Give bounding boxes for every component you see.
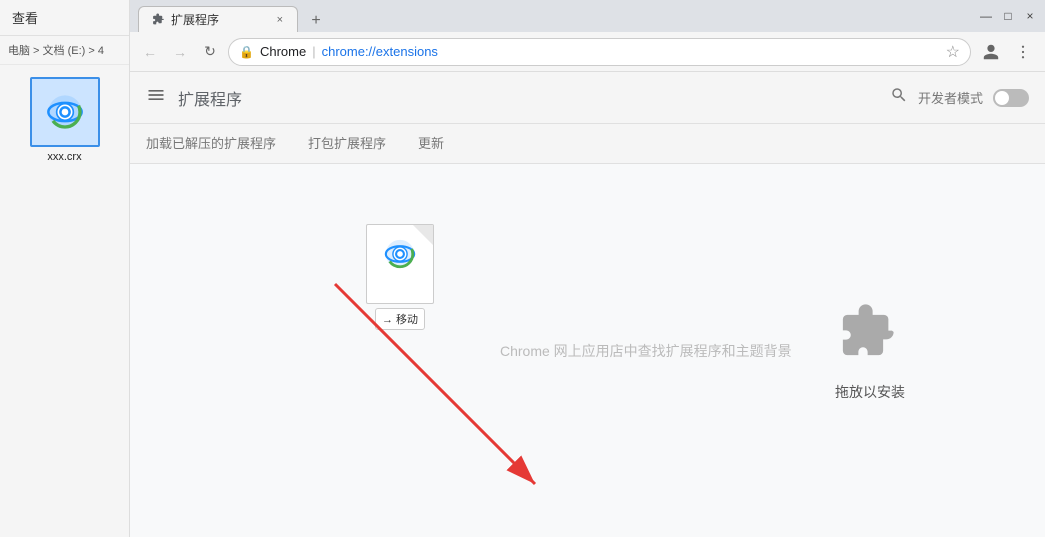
tab-label: 扩展程序 <box>171 11 219 28</box>
tab-close-btn[interactable]: × <box>275 14 285 26</box>
address-domain: Chrome <box>260 44 306 59</box>
file-explorer-sidebar: 查看 电脑 > 文档 (E:) > 4 xxx.crx <box>0 0 130 537</box>
crx-file-item[interactable]: xxx.crx <box>25 77 105 163</box>
drop-label: 拖放以安装 <box>835 382 905 402</box>
extensions-header: 扩展程序 开发者模式 <box>130 72 1045 124</box>
subnav-pack[interactable]: 打包扩展程序 <box>308 125 386 162</box>
subnav-load-unpacked[interactable]: 加载已解压的扩展程序 <box>146 125 276 162</box>
subnav-update[interactable]: 更新 <box>418 125 444 162</box>
crx-drag-ie-logo <box>383 237 417 276</box>
crx-floating-file: → 移动 <box>360 224 440 330</box>
drop-area: 拖放以安装 <box>835 300 905 402</box>
back-btn[interactable]: ← <box>138 40 162 64</box>
window-controls: — □ × <box>979 9 1037 23</box>
tab-puzzle-icon <box>151 13 165 27</box>
browser-window: 扩展程序 × + — □ × ← → ↻ 🔒 Chrome | chrome:/… <box>130 0 1045 537</box>
address-separator: | <box>312 44 315 59</box>
sidebar-menu-icon[interactable] <box>146 85 166 110</box>
forward-btn[interactable]: → <box>168 40 192 64</box>
ext-main-area: Chrome 网上应用店中查找扩展程序和主题背景 → 移动 <box>130 164 1045 537</box>
breadcrumb: 电脑 > 文档 (E:) > 4 <box>0 36 129 65</box>
refresh-btn[interactable]: ↻ <box>198 40 222 64</box>
crx-file-icon-box <box>30 77 100 147</box>
browser-toolbar: ← → ↻ 🔒 Chrome | chrome://extensions ☆ <box>130 32 1045 72</box>
drag-arrow-icon <box>225 254 605 524</box>
active-tab[interactable]: 扩展程序 × <box>138 6 298 32</box>
address-path: chrome://extensions <box>322 44 438 59</box>
ext-subnav: 加载已解压的扩展程序 打包扩展程序 更新 <box>130 124 1045 164</box>
crx-file-label: xxx.crx <box>47 151 81 163</box>
ext-header-right: 开发者模式 <box>890 86 1029 109</box>
dev-mode-label: 开发者模式 <box>918 88 983 107</box>
maximize-btn[interactable]: □ <box>1001 9 1015 23</box>
tab-area: 扩展程序 × + <box>138 0 971 32</box>
minimize-btn[interactable]: — <box>979 9 993 23</box>
dev-mode-toggle[interactable] <box>993 89 1029 107</box>
toolbar-right-icons <box>977 38 1037 66</box>
drag-hint-text: Chrome 网上应用店中查找扩展程序和主题背景 <box>500 341 792 361</box>
crx-move-label: → 移动 <box>375 308 425 330</box>
menu-btn[interactable] <box>1009 38 1037 66</box>
title-bar: 扩展程序 × + — □ × <box>130 0 1045 32</box>
address-bar[interactable]: 🔒 Chrome | chrome://extensions ☆ <box>228 38 971 66</box>
sidebar-label: 查看 <box>0 0 129 36</box>
bookmark-star-icon[interactable]: ☆ <box>946 42 960 62</box>
crx-drag-icon <box>366 224 434 304</box>
account-btn[interactable] <box>977 38 1005 66</box>
ie-logo-icon <box>45 92 85 132</box>
secure-icon: 🔒 <box>239 45 254 59</box>
drop-puzzle-icon <box>835 300 905 370</box>
ext-search-icon[interactable] <box>890 86 908 109</box>
extensions-page-title: 扩展程序 <box>178 86 242 110</box>
new-tab-btn[interactable]: + <box>302 10 330 32</box>
close-btn[interactable]: × <box>1023 9 1037 23</box>
